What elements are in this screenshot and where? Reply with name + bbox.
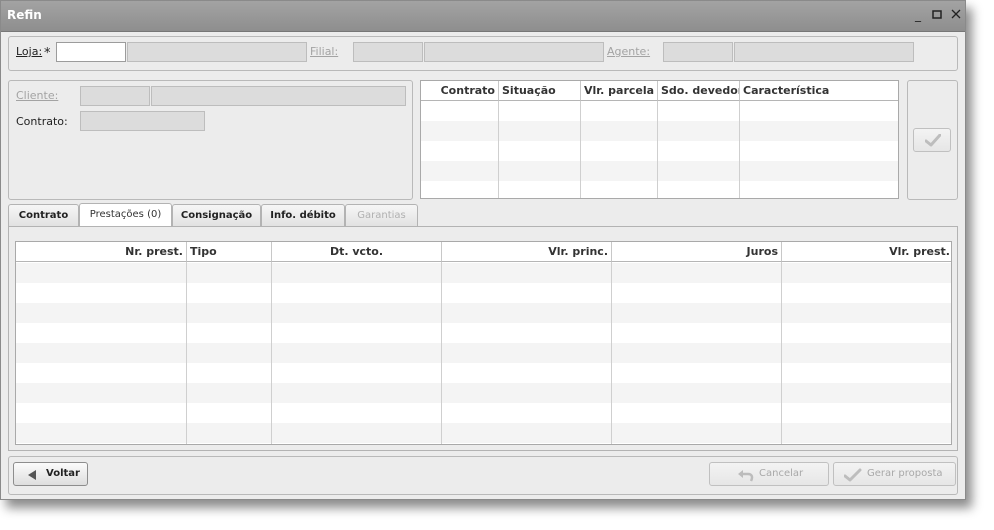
column-divider <box>611 262 612 444</box>
maximize-icon[interactable] <box>930 8 944 22</box>
column-divider <box>657 101 658 198</box>
contrato-field <box>80 111 205 131</box>
undo-icon <box>738 470 754 482</box>
col-sdo-devedor[interactable]: Sdo. devedor <box>658 81 740 101</box>
column-divider <box>271 262 272 444</box>
col-caracteristica[interactable]: Característica <box>740 81 898 101</box>
table-row[interactable] <box>421 121 898 141</box>
filial-code-field <box>353 42 423 62</box>
filial-name-field <box>424 42 604 62</box>
window-title: Refin <box>7 8 42 22</box>
cliente-name-field <box>151 86 406 106</box>
loja-name-field <box>127 42 307 62</box>
contracts-grid[interactable]: Contrato Situação Vlr. parcela Sdo. deve… <box>420 80 899 199</box>
col-contrato[interactable]: Contrato <box>421 81 499 101</box>
column-divider <box>441 262 442 444</box>
generate-proposal-button[interactable]: Gerar proposta <box>833 462 956 486</box>
back-button[interactable]: Voltar <box>13 462 88 486</box>
table-row[interactable] <box>16 403 951 423</box>
table-row[interactable] <box>16 283 951 303</box>
col-situacao[interactable]: Situação <box>499 81 581 101</box>
close-icon[interactable] <box>949 8 963 22</box>
back-label: Voltar <box>46 468 80 479</box>
column-divider <box>739 101 740 198</box>
installments-grid[interactable]: Nr. prest. Tipo Dt. vcto. Vlr. princ. Ju… <box>15 241 952 445</box>
tab-consignacao[interactable]: Consignação <box>172 204 261 226</box>
check-icon <box>925 134 941 147</box>
table-row[interactable] <box>16 263 951 283</box>
column-divider <box>186 262 187 444</box>
col-vlr-prest[interactable]: Vlr. prest. <box>782 242 951 262</box>
col-juros[interactable]: Juros <box>612 242 782 262</box>
confirm-contract-button[interactable] <box>913 128 951 152</box>
col-tipo[interactable]: Tipo <box>187 242 272 262</box>
tab-info-debito[interactable]: Info. débito <box>261 204 345 226</box>
table-row[interactable] <box>16 323 951 343</box>
check-icon <box>844 468 862 482</box>
table-row[interactable] <box>16 303 951 323</box>
column-divider <box>580 101 581 198</box>
loja-input[interactable] <box>56 42 126 62</box>
loja-label[interactable]: Loja: <box>16 45 42 58</box>
table-row[interactable] <box>421 161 898 181</box>
col-vlr-princ[interactable]: Vlr. princ. <box>442 242 612 262</box>
arrow-left-icon <box>28 470 36 480</box>
refin-window: Refin _ Loja: * Filial: Agente: Cliente:… <box>0 0 966 500</box>
agente-code-field <box>663 42 733 62</box>
table-row[interactable] <box>16 383 951 403</box>
table-row[interactable] <box>421 141 898 161</box>
col-nr-prest[interactable]: Nr. prest. <box>16 242 187 262</box>
filial-label: Filial: <box>310 45 339 58</box>
cancel-label: Cancelar <box>759 468 804 479</box>
generate-label: Gerar proposta <box>867 468 943 479</box>
agente-name-field <box>734 42 914 62</box>
agente-label: Agente: <box>607 45 651 58</box>
required-mark: * <box>44 46 51 61</box>
col-dt-vcto[interactable]: Dt. vcto. <box>272 242 442 262</box>
table-row[interactable] <box>421 181 898 198</box>
column-divider <box>498 101 499 198</box>
table-row[interactable] <box>421 101 898 121</box>
column-divider <box>781 262 782 444</box>
cancel-button[interactable]: Cancelar <box>709 462 829 486</box>
title-bar: Refin _ <box>1 1 965 32</box>
table-row[interactable] <box>16 423 951 443</box>
minimize-icon[interactable]: _ <box>911 8 925 22</box>
cliente-code-field <box>80 86 150 106</box>
tab-prestacoes[interactable]: Prestações (0) <box>79 203 172 227</box>
tab-garantias: Garantias <box>345 204 418 226</box>
tab-contrato[interactable]: Contrato <box>8 204 79 226</box>
cliente-label: Cliente: <box>16 89 59 102</box>
table-row[interactable] <box>16 363 951 383</box>
col-vlr-parcela[interactable]: Vlr. parcela <box>581 81 658 101</box>
table-row[interactable] <box>16 343 951 363</box>
contrato-label: Contrato: <box>16 115 68 128</box>
